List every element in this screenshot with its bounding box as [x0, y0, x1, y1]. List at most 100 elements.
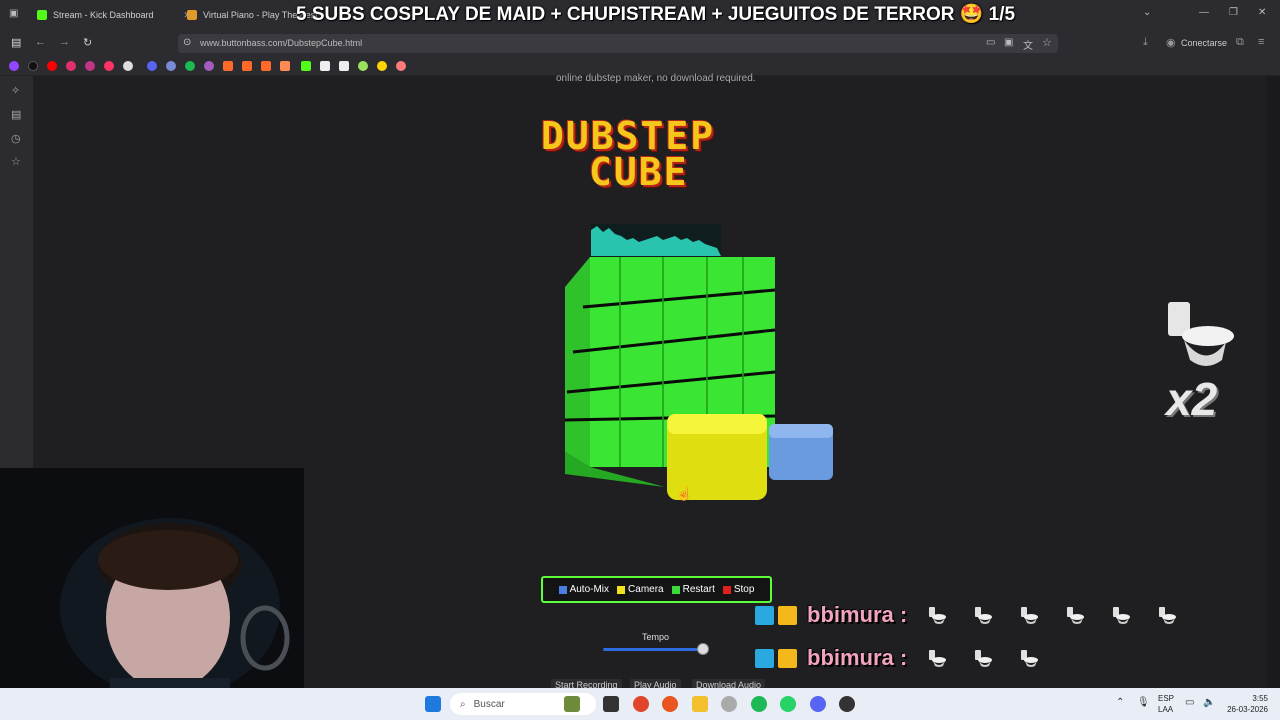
camera-button[interactable]: Camera — [617, 584, 664, 595]
app-icon[interactable] — [261, 61, 271, 71]
toilet-emote-icon — [1019, 649, 1039, 668]
site-info-icon[interactable]: ⊙ — [183, 37, 191, 48]
search-icon: ⌕ — [460, 698, 466, 710]
widget-icon[interactable] — [564, 696, 580, 712]
menu-icon[interactable]: ≡ — [1258, 36, 1264, 48]
screenshot-icon[interactable]: ▣ — [1004, 37, 1013, 48]
window-close-icon[interactable]: ✕ — [1258, 7, 1266, 18]
control-label: Stop — [733, 584, 755, 595]
control-label: Restart — [682, 584, 715, 595]
tempo-label: Tempo — [642, 632, 670, 642]
app-icon[interactable] — [339, 61, 349, 71]
app-icon[interactable] — [358, 61, 368, 71]
network-icon[interactable]: ▭ — [1185, 697, 1194, 708]
swatch-icon — [617, 585, 626, 594]
toilet-emote-icon — [1111, 606, 1131, 625]
account-icon[interactable]: ◉ — [1166, 36, 1176, 49]
swatch-icon — [722, 585, 731, 594]
scrollbar[interactable] — [1267, 76, 1280, 688]
settings-icon[interactable] — [721, 696, 737, 712]
chat-username: bbimura : — [807, 602, 908, 627]
reload-icon[interactable]: ↻ — [83, 36, 92, 49]
discord-icon[interactable] — [147, 61, 157, 71]
toilet-icon — [1168, 302, 1234, 366]
chevron-down-icon[interactable]: ⌄ — [1143, 7, 1151, 18]
history-icon[interactable]: ◷ — [11, 132, 21, 145]
tab-kick-dashboard[interactable]: Stream - Kick Dashboard ✕ — [37, 5, 191, 25]
toilet-emotes — [927, 606, 1177, 625]
instagram-icon[interactable] — [85, 61, 95, 71]
whatsapp-icon[interactable] — [780, 696, 796, 712]
cursor-icon: ☝ — [676, 486, 693, 501]
app-icon[interactable] — [320, 61, 330, 71]
task-view-icon[interactable] — [603, 696, 619, 712]
toilet-emote-icon — [1019, 606, 1039, 625]
translate-icon[interactable]: 文 — [1023, 37, 1033, 52]
obs-icon[interactable] — [839, 696, 855, 712]
spotify-icon[interactable] — [185, 61, 195, 71]
forward-icon[interactable]: → — [59, 36, 70, 48]
tiktok-icon[interactable] — [28, 61, 38, 71]
opera-icon[interactable] — [662, 696, 678, 712]
favorites-icon[interactable]: ☆ — [11, 155, 21, 168]
folder-icon[interactable] — [692, 696, 708, 712]
url-text[interactable]: www.buttonbass.com/DubstepCube.html — [200, 38, 362, 48]
piano-icon — [187, 10, 197, 20]
toilet-emotes — [927, 649, 1039, 668]
app-icon[interactable] — [166, 61, 176, 71]
reader-icon[interactable]: ▭ — [986, 37, 995, 48]
toilet-emote-icon — [973, 606, 993, 625]
download-icon[interactable]: ⤓ — [1143, 36, 1148, 49]
minimize-icon[interactable]: — — [1199, 7, 1209, 18]
bookmark-star-icon[interactable]: ☆ — [1042, 36, 1052, 49]
app-icon[interactable] — [242, 61, 252, 71]
logo-line2: CUBE — [589, 150, 689, 194]
back-icon[interactable]: ← — [35, 36, 46, 48]
dubstep-cube[interactable] — [555, 212, 845, 512]
toilet-emote-icon — [927, 649, 947, 668]
clock-date: 26-03-2026 — [1227, 705, 1268, 714]
chat-message: bbimura : — [755, 600, 1177, 630]
stop-button[interactable]: Stop — [722, 584, 755, 595]
connect-button[interactable]: Conectarse — [1181, 38, 1227, 48]
tab-list-icon[interactable]: ▣ — [9, 8, 18, 19]
sidebar-toggle-icon[interactable]: ▤ — [11, 36, 21, 49]
lang-region: LAA — [1158, 705, 1174, 714]
app-icon[interactable] — [204, 61, 214, 71]
app-icon[interactable] — [223, 61, 233, 71]
app-icon[interactable] — [396, 61, 406, 71]
extensions-icon[interactable]: ⧉ — [1236, 36, 1244, 49]
cube-controls: Auto-Mix Camera Restart Stop — [541, 576, 772, 603]
auto-mix-button[interactable]: Auto-Mix — [558, 584, 609, 595]
swatch-icon — [671, 585, 680, 594]
toilet-emote-icon — [973, 649, 993, 668]
tempo-slider-thumb[interactable] — [697, 643, 709, 655]
app-icon[interactable] — [123, 61, 133, 71]
twitch-icon[interactable] — [9, 61, 19, 71]
volume-icon[interactable]: 🔈 — [1203, 697, 1215, 708]
tempo-slider[interactable] — [603, 648, 703, 651]
maximize-icon[interactable]: ❐ — [1229, 7, 1238, 18]
taskbar-clock[interactable]: 3:55 26-03-2026 — [1224, 693, 1268, 715]
chat-username: bbimura : — [807, 645, 908, 670]
spotify-icon[interactable] — [751, 696, 767, 712]
multiplier-badge: x2 — [1166, 373, 1218, 425]
youtube-icon[interactable] — [47, 61, 57, 71]
clock-time: 3:55 — [1252, 694, 1268, 703]
chrome-icon[interactable] — [633, 696, 649, 712]
app-icon[interactable] — [104, 61, 114, 71]
app-icon[interactable] — [280, 61, 290, 71]
microphone-icon[interactable]: 🎙 — [1137, 697, 1150, 708]
chevron-up-icon[interactable]: ⌃ — [1116, 697, 1124, 708]
stream-title-overlay: 5 SUBS COSPLAY DE MAID + CHUPISTREAM + J… — [296, 4, 1016, 25]
kick-icon[interactable] — [301, 61, 311, 71]
app-icon[interactable] — [66, 61, 76, 71]
wallet-icon[interactable]: ▤ — [11, 108, 21, 121]
app-icon[interactable] — [377, 61, 387, 71]
language-indicator[interactable]: ESP LAA — [1158, 693, 1174, 715]
control-label: Camera — [628, 584, 664, 595]
discord-icon[interactable] — [810, 696, 826, 712]
start-icon[interactable] — [425, 696, 441, 712]
ai-assistant-icon[interactable]: ✧ — [11, 84, 20, 97]
restart-button[interactable]: Restart — [671, 584, 715, 595]
